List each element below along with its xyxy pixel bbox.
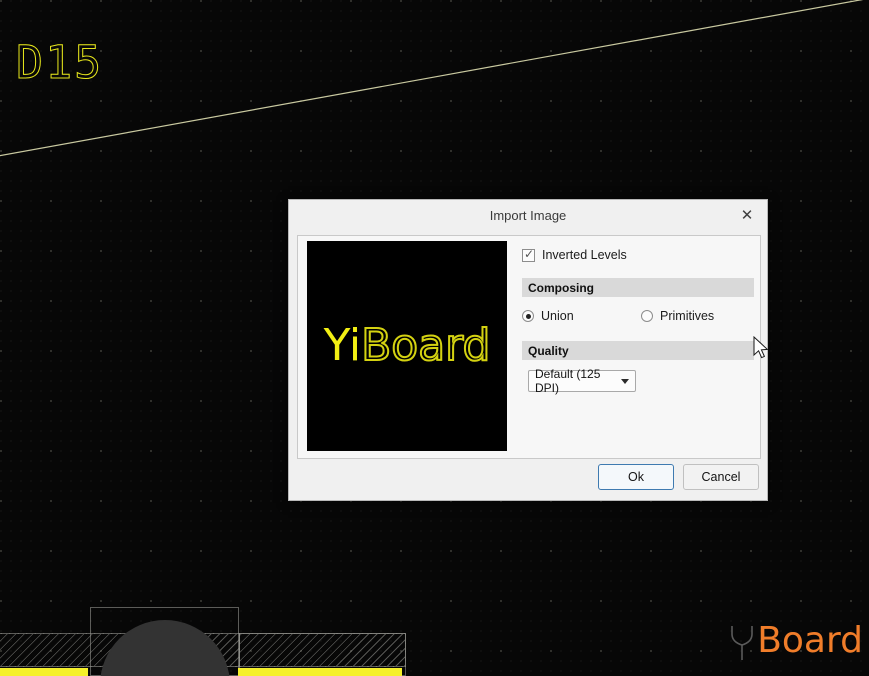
dialog-titlebar[interactable]: Import Image ✕ bbox=[289, 200, 767, 230]
union-radio[interactable] bbox=[522, 310, 534, 322]
inverted-levels-label: Inverted Levels bbox=[542, 248, 627, 262]
tuning-fork-icon bbox=[731, 626, 753, 660]
dialog-controls: ✓ Inverted Levels Composing Union Primit… bbox=[522, 246, 754, 395]
inverted-levels-checkbox[interactable]: ✓ bbox=[522, 246, 535, 262]
image-preview-container: Yi Board bbox=[306, 240, 508, 452]
cancel-button[interactable]: Cancel bbox=[683, 464, 759, 490]
preview-artwork-text: Yi Board bbox=[323, 320, 492, 371]
copper-pour-right bbox=[239, 633, 406, 667]
primitives-radio[interactable] bbox=[641, 310, 653, 322]
pad-bar-left bbox=[0, 668, 88, 676]
check-icon: ✓ bbox=[524, 246, 535, 261]
union-label: Union bbox=[541, 309, 574, 323]
pad-bar-right bbox=[238, 668, 402, 676]
image-preview: Yi Board bbox=[307, 241, 507, 451]
ok-button[interactable]: Ok bbox=[598, 464, 674, 490]
dialog-footer: Ok Cancel bbox=[598, 464, 759, 490]
quality-selected-value: Default (125 DPI) bbox=[535, 367, 601, 395]
composing-section-header: Composing bbox=[522, 278, 754, 297]
composing-radio-group: Union Primitives bbox=[522, 307, 754, 325]
preview-text-solid: Yi bbox=[323, 320, 362, 371]
chevron-down-icon bbox=[621, 378, 629, 384]
preview-text-dither: Board bbox=[360, 320, 491, 371]
radio-option-union[interactable]: Union bbox=[522, 309, 641, 323]
quality-section-header: Quality bbox=[522, 341, 754, 360]
radio-option-primitives[interactable]: Primitives bbox=[641, 309, 714, 323]
component-designator-d15: D15 bbox=[15, 36, 104, 89]
import-image-dialog: Import Image ✕ Yi Board ✓ Inverted Levels… bbox=[288, 199, 768, 501]
dialog-content-panel: Yi Board ✓ Inverted Levels Composing Unio… bbox=[297, 235, 761, 459]
yiboard-logo: Board bbox=[729, 620, 863, 662]
quality-dropdown[interactable]: Default (125 DPI) bbox=[528, 367, 636, 395]
inverted-levels-checkbox-row[interactable]: ✓ Inverted Levels bbox=[522, 246, 754, 264]
logo-wordmark: Board bbox=[757, 620, 863, 661]
close-icon[interactable]: ✕ bbox=[727, 200, 767, 230]
primitives-label: Primitives bbox=[660, 309, 715, 323]
dialog-title: Import Image bbox=[489, 207, 567, 223]
